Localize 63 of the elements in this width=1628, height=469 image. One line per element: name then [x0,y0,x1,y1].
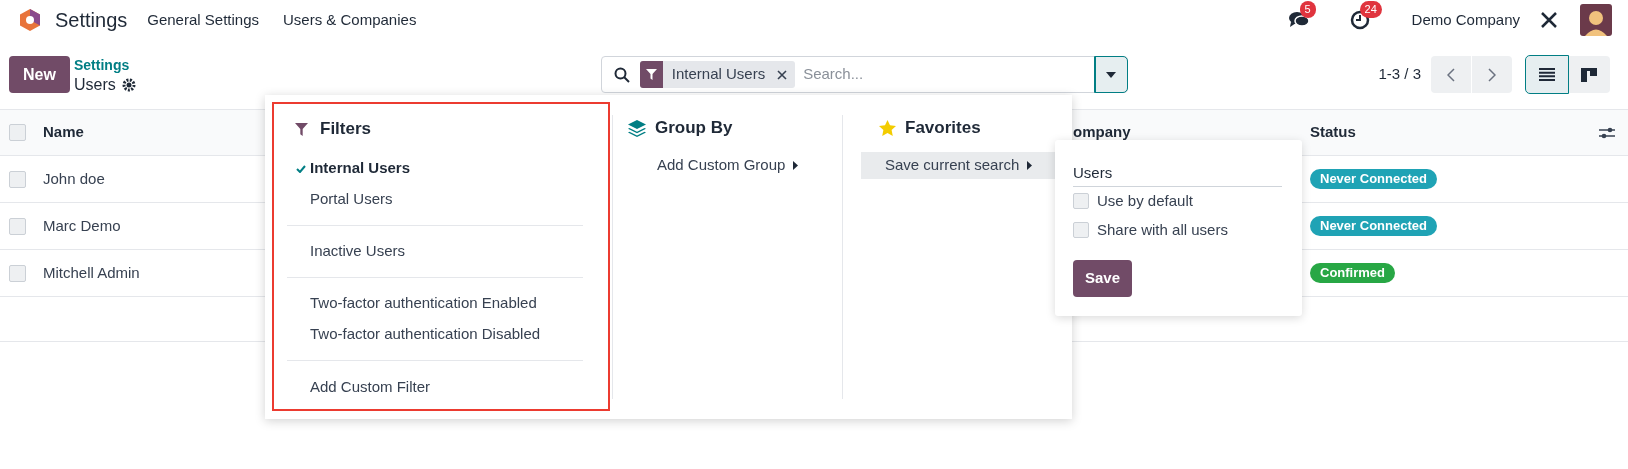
facet-label: Internal Users [671,64,766,85]
chevron-right-icon [1488,67,1496,82]
notification-badge: 24 [1359,1,1382,18]
row-checkbox[interactable] [9,170,26,188]
kanban-icon [1581,67,1597,82]
app-name[interactable]: Settings [55,5,128,35]
layers-icon [628,119,646,137]
favorites-heading: Favorites [905,117,981,140]
check-icon [296,164,306,173]
page-title: Users [74,74,116,95]
status-badge: Never Connected [1310,169,1437,189]
column-header[interactable]: Name [43,121,84,144]
search-bar[interactable]: Internal Users Search... [600,56,1128,93]
filter-option[interactable]: Two-factor authentication Enabled [287,288,583,319]
checkbox-label[interactable]: Share with all users [1097,218,1228,241]
checkbox[interactable] [1073,193,1089,210]
filter-option[interactable]: Portal Users [287,184,583,215]
select-all-checkbox[interactable] [9,124,26,141]
list-icon [1539,68,1555,81]
list-view-button[interactable] [1526,56,1568,93]
gear-icon[interactable] [121,77,136,92]
add-custom-group-item[interactable]: Add Custom Group [657,153,786,177]
caret-right-icon [1027,161,1033,170]
row-checkbox[interactable] [9,264,26,282]
add-custom-filter-item[interactable]: Add Custom Filter [310,371,583,402]
filter-option[interactable]: Internal Users [287,153,583,184]
caret-right-icon [793,160,799,170]
company-switcher[interactable]: Demo Company [1411,8,1520,32]
remove-icon[interactable] [777,69,788,80]
save-button[interactable]: Save [1073,260,1132,297]
search-icon[interactable] [613,66,630,83]
star-icon [879,120,896,136]
column-header[interactable]: ompany [1073,121,1131,144]
breadcrumb-link[interactable]: Settings [74,54,136,75]
avatar-icon[interactable] [1580,4,1612,36]
new-button[interactable]: New [9,56,70,93]
status-badge: Confirmed [1310,263,1395,283]
notification-badge: 5 [1299,1,1316,18]
search-name-field[interactable]: Users [1073,164,1113,181]
app-logo-icon[interactable] [20,9,40,31]
funnel-icon [295,122,308,136]
checkbox[interactable] [1073,221,1089,238]
group-by-heading: Group By [655,117,733,140]
pager-value[interactable]: 1-3 / 3 [1378,63,1421,86]
filter-option[interactable]: Inactive Users [287,236,583,267]
caret-icon [1106,71,1117,78]
filters-heading: Filters [320,118,372,141]
funnel-icon [645,69,657,80]
table-cell-text: Mitchell Admin [43,262,140,283]
chevron-left-icon [1447,67,1455,82]
dropdown-toggle-button[interactable] [1094,57,1127,92]
table-cell-text: Marc Demo [43,215,121,236]
status-badge: Never Connected [1310,216,1437,236]
menu-item[interactable]: Users & Companies [283,8,417,32]
sliders-icon[interactable] [1599,125,1615,140]
kanban-view-button[interactable] [1568,56,1610,93]
row-checkbox[interactable] [9,217,26,235]
search-input[interactable]: Search... [803,63,1095,86]
table-cell-text: John doe [43,168,105,189]
menu-item[interactable]: General Settings [147,8,259,32]
column-header[interactable]: Status [1310,121,1356,144]
checkbox-label[interactable]: Use by default [1097,190,1193,213]
filter-option[interactable]: Two-factor authentication Disabled [287,319,583,350]
